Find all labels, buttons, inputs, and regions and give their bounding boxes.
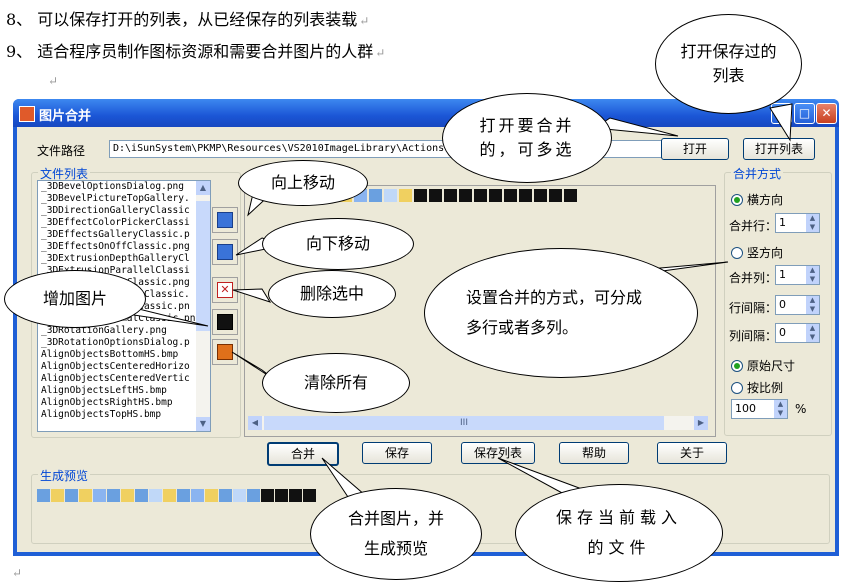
callout-move-up: 向上移动 [238, 160, 368, 206]
callout-save-loaded: 保存当前载入的文件 [515, 484, 723, 582]
callout-add-image: 增加图片 [4, 270, 146, 328]
callout-open-merge: 打开要合并的，可多选 [442, 93, 612, 183]
callout-merge-preview: 合并图片，并生成预览 [310, 488, 482, 580]
callout-set-mode: 设置合并的方式，可分成多行或者多列。 [424, 248, 698, 378]
callout-move-down: 向下移动 [262, 218, 414, 270]
callout-clear-all: 清除所有 [262, 353, 410, 413]
callout-delete-selected: 删除选中 [268, 270, 396, 318]
callout-open-saved-list: 打开保存过的列表 [655, 14, 802, 114]
